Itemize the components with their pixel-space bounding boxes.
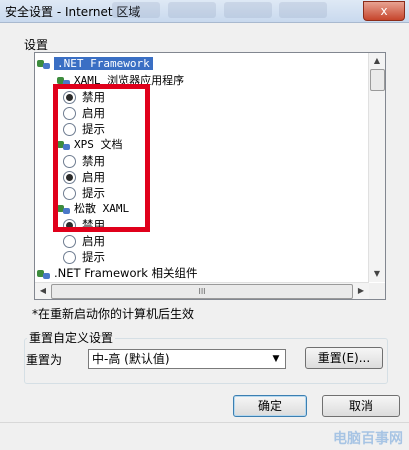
watermark-logo: 电脑百事网 [333,431,403,447]
restart-note: *在重新启动你的计算机后生效 [32,307,195,321]
settings-label: 设置 [24,38,49,52]
radio-button[interactable] [63,251,76,264]
radio-label: 提示 [82,250,105,264]
scroll-thumb[interactable] [370,69,385,91]
scroll-thumb-horizontal[interactable]: III [51,284,353,299]
reset-level-select[interactable]: 中-高 (默认值) ▼ [88,349,286,369]
reset-group-title: 重置自定义设置 [27,329,116,346]
background-tab [167,2,216,18]
reset-level-value: 中-高 (默认值) [92,352,170,366]
tree-item-label: .NET Framework 相关组件 [54,266,198,280]
horizontal-scrollbar[interactable]: ◀ III ▶ [35,282,369,299]
ok-button[interactable]: 确定 [233,395,307,417]
title-bar: 安全设置 - Internet 区域 x [0,0,409,23]
radio-label: 启用 [82,234,105,248]
scroll-up-arrow-icon[interactable]: ▲ [369,53,385,69]
radio-loose-enable[interactable]: 启用 [63,233,105,249]
scroll-right-arrow-icon[interactable]: ▶ [353,283,369,299]
background-tab [223,2,272,18]
radio-loose-prompt[interactable]: 提示 [63,249,105,265]
scroll-down-arrow-icon[interactable]: ▼ [369,266,385,282]
settings-group-icon [37,268,51,280]
chevron-down-icon[interactable]: ▼ [269,351,283,367]
tree-group-net-components[interactable]: .NET Framework 相关组件 [37,265,198,281]
tree-group-net-framework[interactable]: .NET Framework [37,56,153,72]
background-tab [279,2,328,18]
settings-group-icon [37,58,51,70]
background-tabs [112,2,382,20]
reset-button[interactable]: 重置(E)... [305,347,383,369]
cancel-button[interactable]: 取消 [322,395,400,417]
radio-button[interactable] [63,235,76,248]
scrollbar-corner [369,283,385,299]
vertical-scrollbar[interactable]: ▲ ▼ [368,53,385,282]
tree-item-label: .NET Framework [54,57,153,70]
reset-to-label: 重置为 [26,353,63,367]
close-button[interactable]: x [363,1,405,21]
background-tab [112,2,160,18]
footer-divider [0,422,409,423]
highlight-annotation-box [53,84,150,232]
scroll-left-arrow-icon[interactable]: ◀ [35,283,51,299]
